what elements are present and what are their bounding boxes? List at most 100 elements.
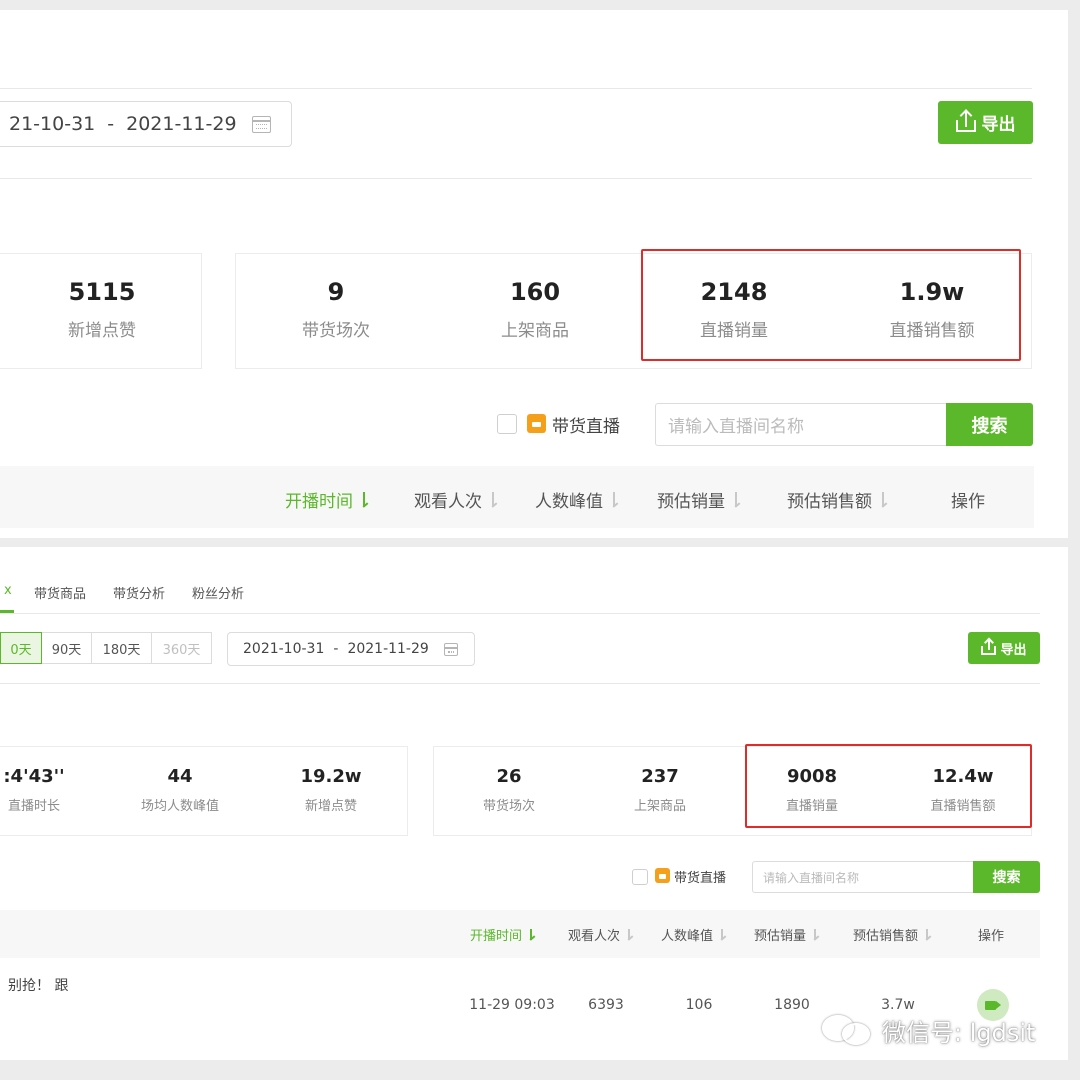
date-separator: - (333, 641, 339, 657)
stat-label: 带货场次 (302, 321, 370, 341)
column-label: 观看人次 (568, 929, 621, 944)
column-peak[interactable]: 人数峰值 (535, 487, 619, 512)
live-filter-label[interactable]: 带货直播 (552, 412, 620, 437)
sort-icon (733, 492, 741, 507)
date-end: 2021-11-29 (126, 113, 237, 135)
live-filter-label[interactable]: 带货直播 (674, 867, 726, 886)
stat-products: 237 上架商品 (634, 766, 686, 814)
column-est-sales[interactable]: 预估销量 (754, 925, 819, 944)
export-button[interactable]: 导出 (938, 101, 1033, 144)
date-start: 2021-10-31 (243, 641, 325, 657)
stat-value: 19.2w (300, 766, 362, 787)
stat-label: 带货场次 (482, 799, 536, 814)
sort-icon (924, 929, 931, 940)
column-viewers[interactable]: 观看人次 (568, 925, 633, 944)
export-label: 导出 (981, 115, 1016, 135)
stat-value: 237 (641, 766, 679, 787)
date-start: 21-10-31 (9, 113, 96, 135)
live-filter-checkbox[interactable] (632, 869, 648, 885)
watermark-text: 微信号: lgdsit (882, 1018, 1036, 1047)
column-est-sales[interactable]: 预估销量 (657, 487, 741, 512)
date-range-picker[interactable]: 21-10-31 - 2021-11-29 (0, 101, 292, 147)
sort-icon (361, 492, 369, 507)
column-label: 预估销量 (657, 492, 725, 512)
upload-icon (981, 646, 997, 655)
stat-avg-peak: 44 场均人数峰值 (141, 766, 219, 814)
stat-label: 上架商品 (633, 799, 687, 814)
stat-label: 新增点赞 (304, 799, 358, 814)
stat-label: 场均人数峰值 (140, 799, 220, 814)
stat-new-likes: 19.2w 新增点赞 (300, 766, 361, 814)
sort-icon (528, 929, 535, 940)
stat-label: 新增点赞 (68, 321, 136, 341)
range-90-days[interactable]: 90天 (42, 632, 92, 664)
search-button[interactable]: 搜索 (946, 403, 1033, 446)
stat-value: 9 (327, 278, 345, 306)
shopping-bag-icon (655, 868, 670, 883)
search-input[interactable]: 请输入直播间名称 (752, 861, 974, 893)
search-input[interactable]: 请输入直播间名称 (655, 403, 947, 446)
export-label: 导出 (1000, 642, 1027, 658)
sort-icon (812, 929, 819, 940)
live-filter-checkbox[interactable] (497, 414, 517, 434)
column-est-revenue[interactable]: 预估销售额 (787, 487, 888, 512)
tab-partial[interactable]: ⅹ (4, 583, 12, 598)
sort-icon (719, 929, 726, 940)
sort-icon (490, 492, 498, 507)
calendar-icon[interactable] (252, 116, 271, 133)
wechat-watermark: 微信号: lgdsit (822, 1010, 1035, 1050)
sort-icon (611, 492, 619, 507)
stat-sessions: 26 带货场次 (483, 766, 535, 814)
column-label: 观看人次 (414, 492, 482, 512)
search-placeholder: 请输入直播间名称 (763, 870, 860, 885)
stat-value: 160 (509, 278, 561, 306)
export-button[interactable]: 导出 (968, 632, 1040, 664)
range-30-days[interactable]: 0天 (0, 632, 42, 664)
stat-products: 160 上架商品 (501, 278, 569, 341)
column-label: 预估销售额 (787, 492, 872, 512)
date-separator: - (107, 113, 115, 135)
column-viewers[interactable]: 观看人次 (414, 487, 498, 512)
sort-icon (880, 492, 888, 507)
stat-value: 26 (496, 766, 522, 787)
column-label: 操作 (951, 492, 985, 512)
search-placeholder: 请输入直播间名称 (668, 417, 804, 437)
calendar-icon[interactable] (444, 643, 458, 656)
stat-value: :4'43'' (3, 766, 65, 787)
tab-products[interactable]: 带货商品 (34, 583, 86, 602)
date-range-picker[interactable]: 2021-10-31 - 2021-11-29 (227, 632, 475, 666)
divider (0, 178, 1032, 179)
shopping-bag-icon (527, 414, 546, 433)
column-start-time[interactable]: 开播时间 (285, 487, 369, 512)
column-actions: 操作 (978, 925, 1004, 944)
tab-fans-analysis[interactable]: 粉丝分析 (192, 583, 244, 602)
search-button[interactable]: 搜索 (973, 861, 1040, 893)
divider (0, 613, 1040, 614)
column-start-time[interactable]: 开播时间 (470, 925, 535, 944)
upload-icon (955, 119, 976, 132)
range-180-days[interactable]: 180天 (92, 632, 152, 664)
column-label: 开播时间 (470, 929, 523, 944)
column-label: 人数峰值 (535, 492, 603, 512)
stat-sessions: 9 带货场次 (302, 278, 370, 341)
column-est-revenue[interactable]: 预估销售额 (853, 925, 931, 944)
cell-viewers: 6393 (588, 997, 624, 1013)
stat-label: 直播时长 (7, 799, 60, 814)
live-room-title[interactable]: 别抢！ 跟 (8, 975, 68, 995)
stat-value: 5115 (68, 278, 136, 306)
wechat-icon (822, 1013, 874, 1047)
range-360-days[interactable]: 360天 (152, 632, 212, 664)
stat-live-duration: :4'43'' 直播时长 (3, 766, 64, 814)
column-peak[interactable]: 人数峰值 (661, 925, 726, 944)
column-label: 预估销售额 (853, 929, 919, 944)
time-range-selector: 0天 90天 180天 360天 (0, 632, 212, 664)
column-label: 开播时间 (285, 492, 353, 512)
divider (0, 683, 1040, 684)
stat-value: 44 (167, 766, 193, 787)
column-actions: 操作 (951, 487, 985, 512)
divider (0, 88, 1032, 89)
column-label: 预估销量 (754, 929, 807, 944)
highlight-box (745, 744, 1032, 828)
tab-sales-analysis[interactable]: 带货分析 (113, 583, 165, 602)
highlight-box (641, 249, 1021, 361)
